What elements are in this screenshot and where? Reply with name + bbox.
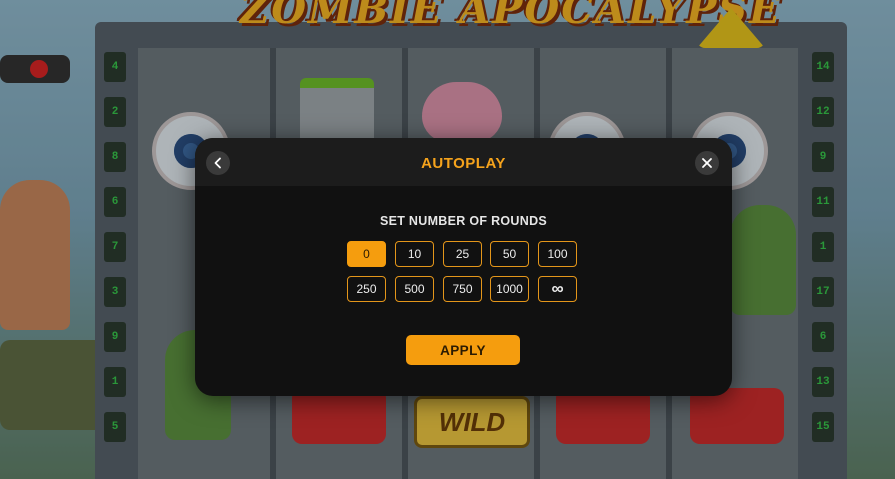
round-option-infinite[interactable]: ∞ [538, 276, 577, 302]
round-option-25[interactable]: 25 [443, 241, 482, 267]
round-option-1000[interactable]: 1000 [490, 276, 529, 302]
round-option-250[interactable]: 250 [347, 276, 386, 302]
autoplay-modal: AUTOPLAY SET NUMBER OF ROUNDS 0 10 25 50… [195, 138, 732, 396]
round-option-750[interactable]: 750 [443, 276, 482, 302]
apply-button[interactable]: APPLY [406, 335, 520, 365]
round-option-100[interactable]: 100 [538, 241, 577, 267]
rounds-label: SET NUMBER OF ROUNDS [379, 214, 548, 228]
round-option-500[interactable]: 500 [395, 276, 434, 302]
chevron-left-icon [214, 157, 221, 169]
modal-title: AUTOPLAY [421, 155, 506, 172]
close-button[interactable] [695, 151, 719, 175]
round-option-0[interactable]: 0 [347, 241, 386, 267]
close-icon [702, 158, 712, 168]
round-option-50[interactable]: 50 [490, 241, 529, 267]
round-option-10[interactable]: 10 [395, 241, 434, 267]
back-button[interactable] [206, 151, 230, 175]
